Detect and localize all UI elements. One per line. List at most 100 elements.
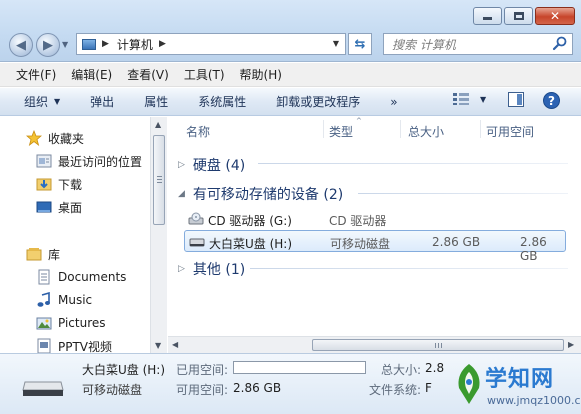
group-hard-disks[interactable]: ▷ 硬盘 (4) — [178, 155, 245, 175]
breadcrumb-computer[interactable]: 计算机 — [117, 36, 153, 53]
menu-help[interactable]: 帮助(H) — [240, 66, 282, 83]
navigation-pane: 收藏夹 最近访问的位置 下载 桌面 库 Documents Music Pict… — [0, 117, 150, 353]
menu-bar: 文件(F) 编辑(E) 查看(V) 工具(T) 帮助(H) — [0, 63, 581, 87]
nav-downloads[interactable]: 下载 — [36, 173, 82, 195]
total-size-label: 总大小: — [381, 363, 422, 377]
navigation-scrollbar[interactable]: ▲ ▼ — [150, 117, 167, 353]
watermark: 学知网 www.jmqz1000.com — [441, 356, 581, 414]
drive-total-size: 2.86 GB — [432, 235, 481, 249]
search-input[interactable]: 搜索 计算机 — [383, 33, 573, 55]
drive-free-space: 2.86 GB — [520, 235, 547, 263]
view-list-icon — [453, 93, 469, 105]
nav-desktop[interactable]: 桌面 — [36, 196, 82, 218]
chevron-down-icon: ▼ — [480, 94, 487, 104]
address-bar[interactable]: ▶ 计算机 ▶ ▼ — [76, 33, 346, 55]
search-icon[interactable] — [552, 35, 568, 51]
expand-arrow-icon: ▷ — [178, 264, 185, 274]
forward-button[interactable]: ▶ — [36, 33, 60, 57]
preview-pane-button[interactable] — [508, 92, 524, 107]
details-drive-kind: 可移动磁盘 — [82, 383, 143, 397]
arrow-left-icon: ◀ — [16, 37, 26, 53]
nav-favorites[interactable]: 收藏夹 — [26, 127, 84, 149]
back-button[interactable]: ◀ — [9, 33, 33, 57]
svg-text:?: ? — [548, 94, 555, 108]
address-dropdown-icon[interactable]: ▼ — [333, 39, 339, 48]
collapse-arrow-icon: ◢ — [178, 189, 185, 199]
arrow-right-icon: ▶ — [43, 37, 53, 53]
menu-tools[interactable]: 工具(T) — [184, 66, 225, 83]
nav-pictures[interactable]: Pictures — [36, 312, 106, 334]
close-button[interactable]: ✕ — [535, 7, 575, 25]
documents-icon — [36, 269, 52, 285]
drive-name: CD 驱动器 (G:) — [208, 214, 292, 228]
minimize-button[interactable] — [473, 7, 502, 25]
pictures-icon — [36, 315, 52, 331]
help-button[interactable]: ? — [543, 92, 560, 109]
used-space-label: 已用空间: — [176, 363, 229, 377]
drive-type: CD 驱动器 — [329, 214, 387, 228]
window-titlebar: ✕ ◀ ▶ ▼ ▶ 计算机 ▶ ▼ ⇆ 搜索 计算机 — [0, 0, 581, 62]
menu-file[interactable]: 文件(F) — [16, 66, 56, 83]
computer-icon — [82, 38, 96, 50]
refresh-icon: ⇆ — [354, 36, 366, 52]
content-horizontal-scrollbar[interactable]: ◀ ▶ — [168, 336, 581, 353]
chevron-down-icon: ▼ — [54, 97, 61, 106]
desktop-icon — [36, 199, 52, 215]
downloads-folder-icon — [36, 176, 52, 192]
nav-recent-places[interactable]: 最近访问的位置 — [36, 150, 142, 172]
minimize-icon — [483, 17, 492, 20]
breadcrumb-separator-icon[interactable]: ▶ — [159, 39, 166, 49]
group-other[interactable]: ▷ 其他 (1) — [178, 259, 245, 279]
organize-button[interactable]: 组织 ▼ — [24, 93, 60, 110]
library-icon — [26, 246, 42, 262]
window-controls: ✕ — [471, 7, 575, 25]
free-space-value: 2.86 GB — [233, 381, 282, 395]
preview-pane-icon — [508, 92, 524, 107]
usb-drive-icon — [189, 238, 205, 247]
column-header-name[interactable]: 名称 — [186, 123, 210, 140]
expand-arrow-icon: ▷ — [178, 160, 185, 170]
star-icon — [26, 130, 42, 146]
scroll-left-icon[interactable]: ◀ — [172, 340, 178, 349]
group-removable-storage[interactable]: ◢ 有可移动存储的设备 (2) — [178, 184, 343, 204]
refresh-button[interactable]: ⇆ — [348, 33, 372, 55]
file-list: 名称 类型 ^ 总大小 可用空间 ▷ 硬盘 (4) ◢ 有可移动存储的设备 (2… — [168, 117, 581, 353]
scroll-down-icon[interactable]: ▼ — [155, 341, 161, 350]
nav-music[interactable]: Music — [36, 289, 92, 311]
view-options-button[interactable]: ▼ — [452, 92, 486, 106]
drive-row-usb[interactable]: 大白菜U盘 (H:) 可移动磁盘 2.86 GB 2.86 GB — [184, 230, 566, 263]
file-system-label: 文件系统: — [369, 383, 422, 397]
eject-button[interactable]: 弹出 — [90, 93, 114, 110]
help-icon: ? — [543, 92, 560, 109]
scroll-right-icon[interactable]: ▶ — [568, 340, 574, 349]
more-commands-button[interactable]: » — [390, 95, 397, 109]
drive-row-cd[interactable]: CD 驱动器 (G:) CD 驱动器 — [184, 208, 566, 230]
nav-libraries[interactable]: 库 — [26, 243, 60, 265]
video-library-icon — [36, 338, 52, 353]
watermark-logo-icon — [458, 364, 480, 404]
watermark-url: www.jmqz1000.com — [487, 394, 581, 407]
watermark-text: 学知网 — [485, 367, 555, 392]
recent-pages-dropdown[interactable]: ▼ — [62, 40, 68, 49]
menu-edit[interactable]: 编辑(E) — [71, 66, 112, 83]
details-drive-name: 大白菜U盘 (H:) — [82, 363, 166, 377]
properties-button[interactable]: 属性 — [144, 93, 168, 110]
free-space-label: 可用空间: — [176, 383, 229, 397]
nav-documents[interactable]: Documents — [36, 266, 126, 288]
menu-view[interactable]: 查看(V) — [127, 66, 169, 83]
scrollbar-thumb[interactable] — [312, 339, 564, 351]
recent-places-icon — [36, 153, 52, 169]
system-properties-button[interactable]: 系统属性 — [198, 93, 246, 110]
drive-type: 可移动磁盘 — [330, 237, 391, 251]
scroll-up-icon[interactable]: ▲ — [155, 120, 161, 129]
cd-drive-icon — [188, 212, 204, 225]
uninstall-button[interactable]: 卸载或更改程序 — [276, 93, 360, 110]
column-header-free-space[interactable]: 可用空间 — [486, 123, 534, 140]
column-header-total-size[interactable]: 总大小 — [408, 123, 444, 140]
column-header-type[interactable]: 类型 — [329, 123, 353, 140]
maximize-button[interactable] — [504, 7, 533, 25]
nav-pptv[interactable]: PPTV视频 — [36, 335, 112, 353]
scrollbar-thumb[interactable] — [153, 135, 165, 225]
file-system-value: F — [425, 381, 432, 395]
breadcrumb-separator-icon[interactable]: ▶ — [102, 39, 109, 49]
